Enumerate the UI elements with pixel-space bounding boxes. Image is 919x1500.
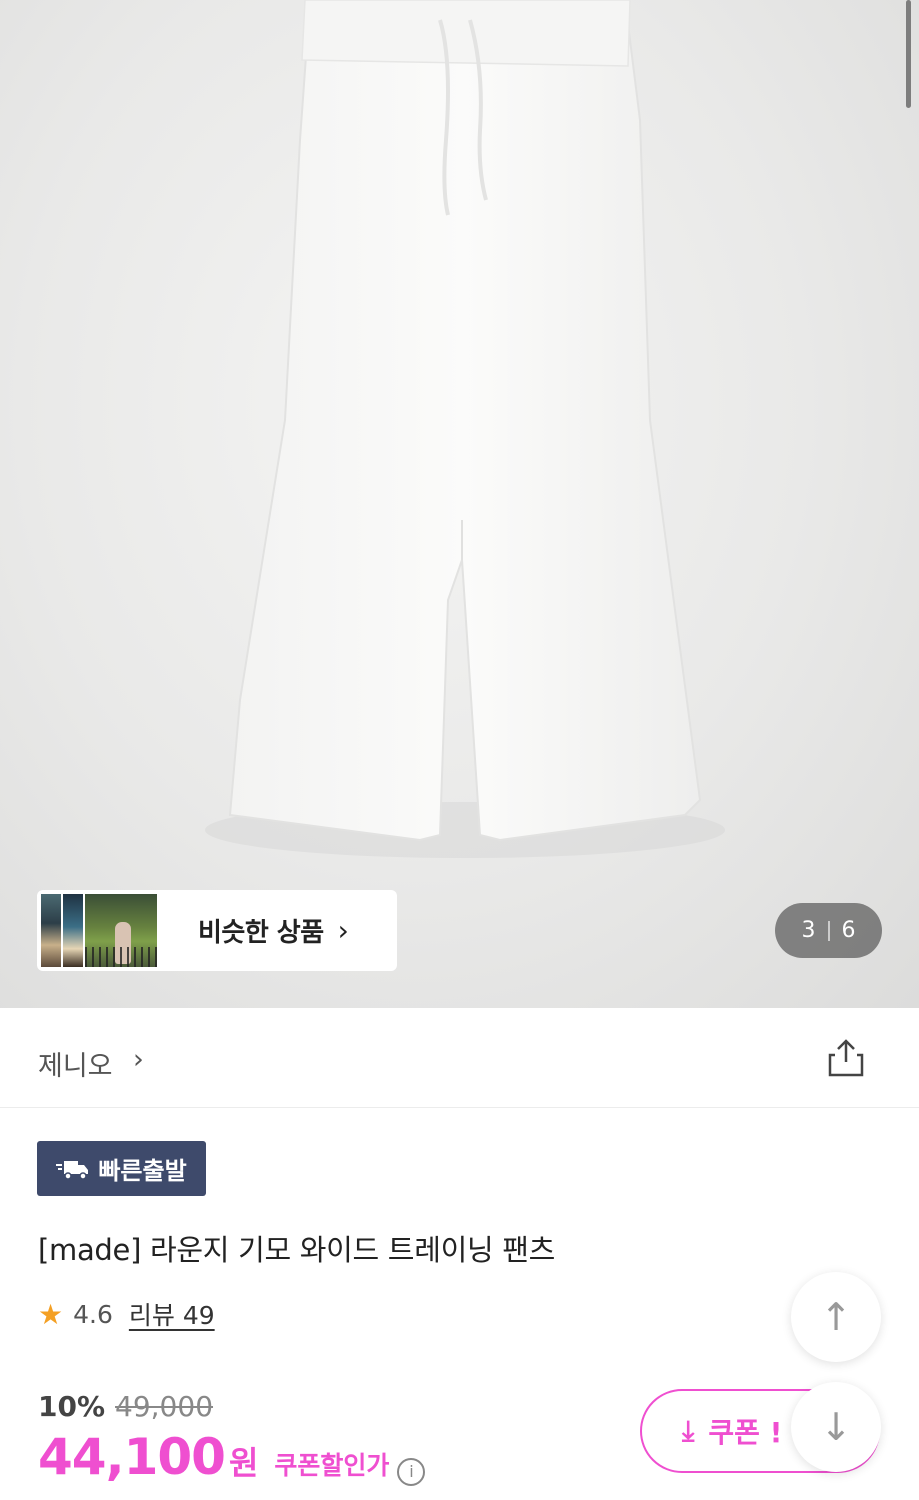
arrow-up-icon: ↑ xyxy=(820,1295,852,1339)
brand-link[interactable]: 제니오 xyxy=(38,1044,113,1083)
truck-icon xyxy=(56,1160,89,1180)
similar-products-button[interactable]: 비슷한 상품 › xyxy=(37,890,397,971)
thumbnail-image xyxy=(41,894,61,967)
review-link[interactable]: 리뷰 49 xyxy=(129,1296,215,1332)
star-icon: ★ xyxy=(38,1297,64,1331)
scroll-bottom-button[interactable]: ↓ xyxy=(791,1382,881,1472)
thumbnail-image xyxy=(85,894,157,967)
rating-row: ★ 4.6 리뷰 49 xyxy=(38,1296,215,1332)
coupon-button-label: 쿠폰 ! xyxy=(708,1416,783,1449)
counter-current: 3 xyxy=(801,918,816,943)
scroll-top-button[interactable]: ↑ xyxy=(791,1272,881,1362)
info-icon[interactable]: i xyxy=(397,1457,426,1486)
discount-rate: 10% xyxy=(38,1390,106,1423)
sale-price: 44,100 xyxy=(38,1428,226,1486)
arrow-down-icon: ↓ xyxy=(820,1405,852,1449)
price-row: 44,100 원 쿠폰할인가 i xyxy=(38,1428,426,1486)
brand-row: 제니오 › xyxy=(0,1008,919,1108)
similar-thumbnails xyxy=(41,894,165,967)
share-icon[interactable] xyxy=(826,1038,866,1078)
original-price: 49,000 xyxy=(115,1390,214,1423)
discount-row: 10% 49,000 xyxy=(38,1390,213,1423)
chevron-right-icon: › xyxy=(337,914,349,947)
thumbnail-image xyxy=(63,894,83,967)
counter-total: 6 xyxy=(841,918,856,943)
rating-score: 4.6 xyxy=(73,1299,113,1329)
counter-divider xyxy=(827,920,830,941)
product-title: [made] 라운지 기모 와이드 트레이닝 팬츠 xyxy=(38,1233,556,1267)
scrollbar[interactable] xyxy=(906,0,911,108)
currency-label: 원 xyxy=(228,1444,259,1482)
coupon-price-label: 쿠폰할인가 xyxy=(274,1451,390,1480)
pants-photo xyxy=(205,0,725,858)
similar-products-label: 비슷한 상품 xyxy=(198,918,324,948)
download-icon: ⤓ xyxy=(682,1414,695,1447)
product-image[interactable]: 비슷한 상품 › 3 6 xyxy=(0,0,919,1008)
badge-label: 빠른출발 xyxy=(98,1157,187,1185)
chevron-right-icon[interactable]: › xyxy=(133,1044,144,1075)
image-counter: 3 6 xyxy=(775,903,882,958)
fast-shipping-badge: 빠른출발 xyxy=(37,1141,206,1196)
